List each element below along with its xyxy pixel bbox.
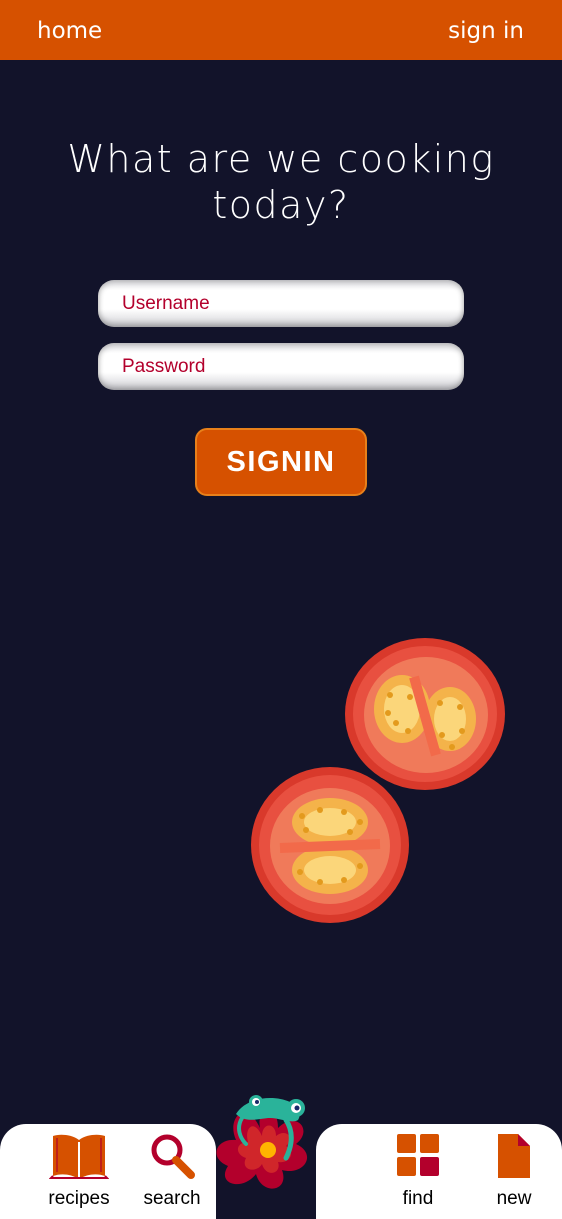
nav-label-find: find bbox=[402, 1188, 434, 1209]
tomato-slice-image bbox=[251, 767, 409, 923]
new-document-icon bbox=[498, 1134, 530, 1178]
page-title: What are we cooking today? bbox=[20, 136, 542, 228]
signin-page: home sign in What are we cooking today? … bbox=[0, 0, 562, 1219]
nav-label-search: search bbox=[143, 1188, 201, 1209]
top-nav-bar: home sign in bbox=[0, 0, 562, 60]
nav-item-recipes[interactable]: recipes bbox=[40, 1132, 118, 1209]
magnifier-icon bbox=[151, 1134, 195, 1179]
username-input[interactable] bbox=[98, 280, 464, 327]
password-input[interactable] bbox=[98, 343, 464, 390]
nav-item-find[interactable]: find bbox=[388, 1132, 448, 1209]
signin-link[interactable]: sign in bbox=[448, 16, 524, 46]
nav-label-new: new bbox=[496, 1188, 532, 1209]
page-title-line-1: What are we cooking bbox=[67, 137, 495, 181]
nav-item-search[interactable]: search bbox=[132, 1132, 212, 1209]
home-link[interactable]: home bbox=[37, 16, 102, 46]
lizard-flower-logo[interactable] bbox=[206, 1088, 324, 1198]
page-title-line-2: today? bbox=[212, 183, 350, 227]
nav-label-recipes: recipes bbox=[48, 1188, 110, 1209]
grid-icon bbox=[397, 1134, 439, 1176]
open-book-icon bbox=[49, 1134, 109, 1179]
signin-button[interactable]: SIGNIN bbox=[195, 428, 367, 496]
nav-item-new[interactable]: new bbox=[484, 1132, 544, 1209]
